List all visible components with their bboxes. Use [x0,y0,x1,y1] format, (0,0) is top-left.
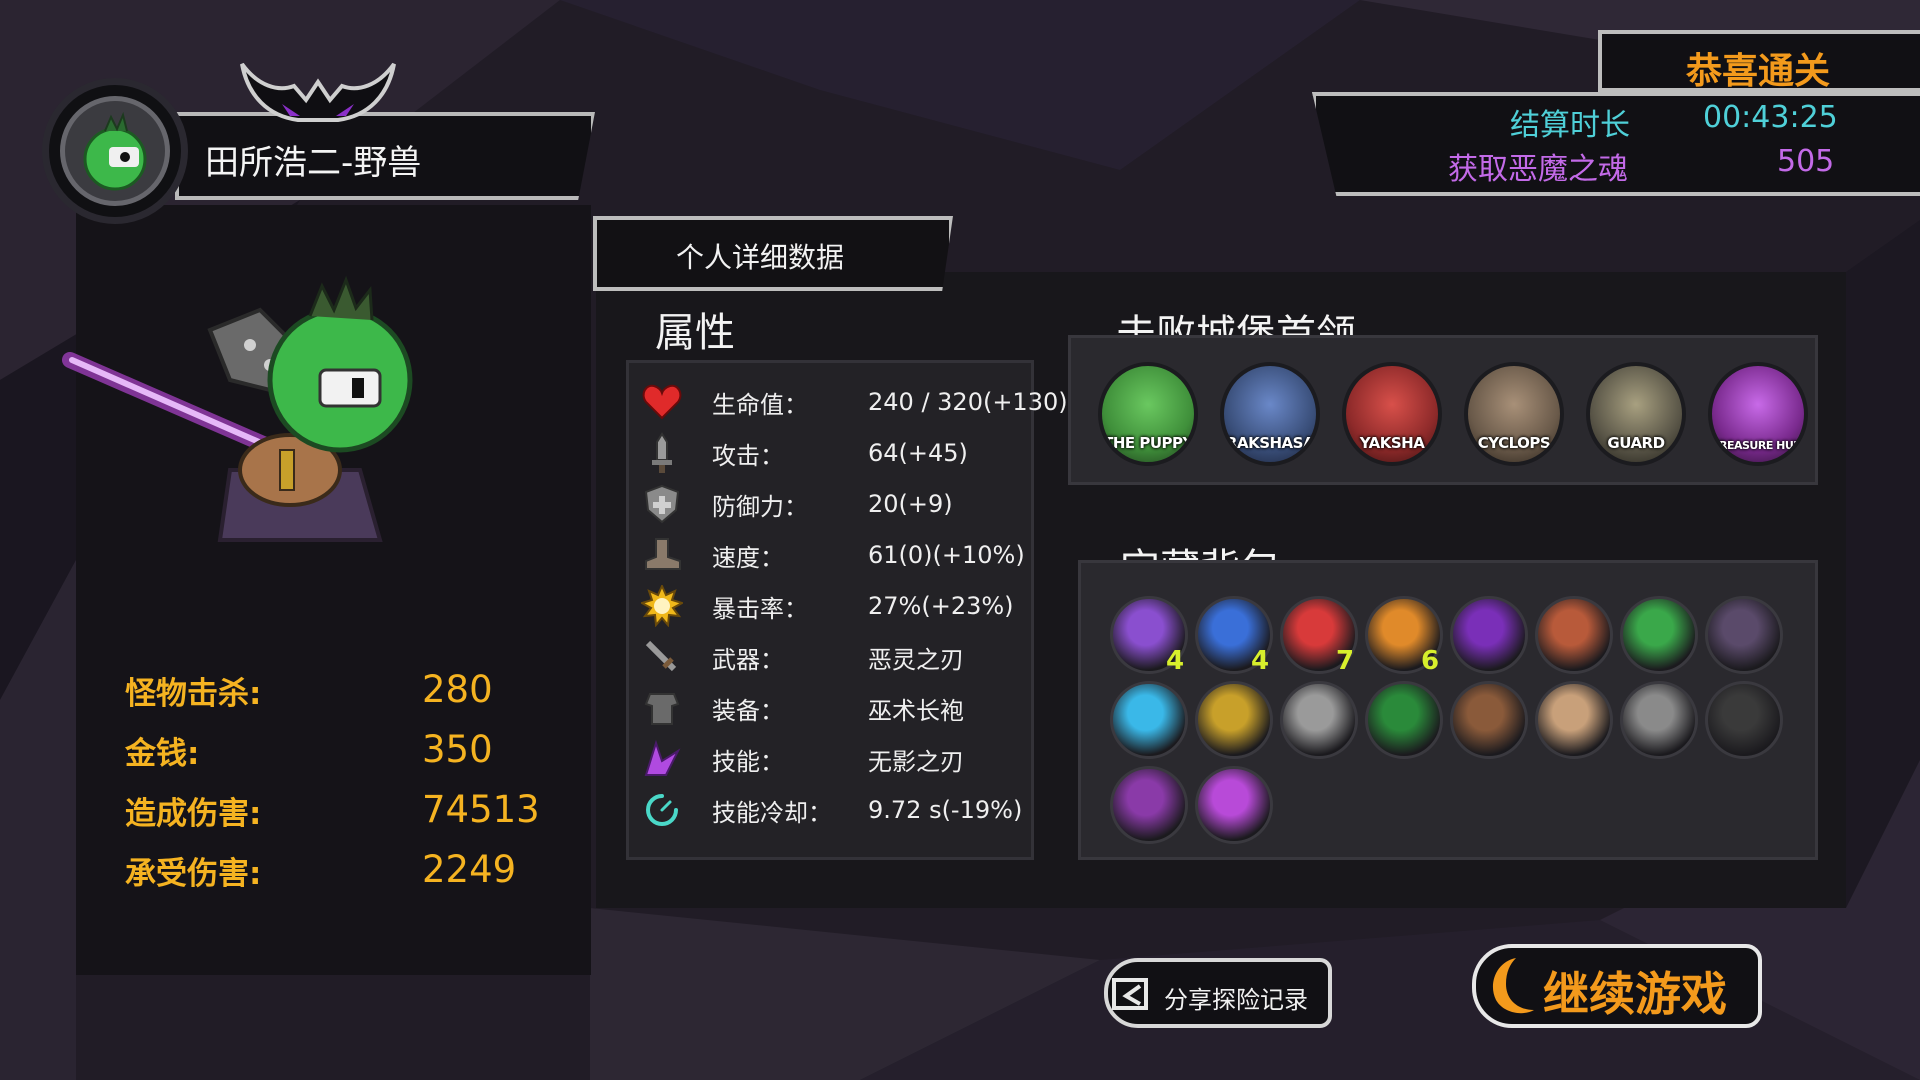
attr-row-defense: 防御力： 20(+9) [640,482,953,526]
attr-row-speed: 速度： 61(0)(+10%) [640,533,1025,577]
boss-the-puppy-icon: THE PUPPY [1098,362,1198,466]
damage-taken-value: 2249 [422,848,517,891]
boss-guard-icon: GUARD [1586,362,1686,466]
item-count: 7 [1336,646,1355,676]
shield-icon [640,482,684,526]
attr-value: 9.72 s(-19%) [868,796,1023,824]
armor-icon [640,686,684,730]
attr-value: 240 / 320(+130) [868,388,1068,416]
boss-name: GUARD [1607,434,1665,452]
purple-ring-icon[interactable] [1110,766,1188,844]
boss-rakshasa-icon: RAKSHASA [1220,362,1320,466]
gold-value: 350 [422,728,493,771]
attr-row-hp: 生命值： 240 / 320(+130) [640,380,1068,424]
horned-helm-icon[interactable] [1450,681,1528,759]
hero-character-image [62,275,413,542]
purple-blade-icon[interactable] [1195,766,1273,844]
sword-icon [640,431,684,475]
attr-row-attack: 攻击： 64(+45) [640,431,968,475]
attr-row-cooldown: 技能冷却： 9.72 s(-19%) [640,788,1022,832]
damage-dealt-value: 74513 [422,788,540,831]
moon-icon [1492,958,1534,1014]
kills-label: 怪物击杀: [125,676,262,712]
green-potion-icon[interactable] [1620,596,1698,674]
souls-value: 505 [1777,144,1835,179]
tab-personal-details-label: 个人详细数据 [676,241,845,274]
attr-label: 装备： [712,696,784,725]
green-hero-avatar-icon [83,111,147,191]
time-value: 00:43:25 [1703,100,1838,135]
heart-icon [640,380,684,424]
snowflake-icon[interactable] [1110,681,1188,759]
dark-ring-icon[interactable] [1705,681,1783,759]
boss-cyclops-icon: CYCLOPS [1464,362,1564,466]
dark-claw-icon[interactable] [1705,596,1783,674]
attr-label: 速度： [712,543,784,572]
attr-row-weapon: 武器： 恶灵之刃 [640,635,964,679]
boss-name: YAKSHA [1359,434,1425,452]
attr-value: 无影之刃 [868,747,964,776]
item-count: 4 [1251,646,1270,676]
scroll-icon[interactable] [1535,681,1613,759]
attr-label: 攻击： [712,441,784,470]
boot-icon [640,533,684,577]
demon-horns-icon [240,62,396,122]
attr-label: 防御力： [712,492,808,521]
attributes-title: 属性 [655,310,735,356]
damage-taken-label: 承受伤害: [125,856,262,892]
weapon-icon [640,635,684,679]
player-name: 田所浩二-野兽 [205,143,422,183]
attr-row-crit: 暴击率： 27%(+23%) [640,584,1014,628]
attr-value: 64(+45) [868,439,968,467]
gold-label: 金钱: [125,736,200,772]
attr-value: 20(+9) [868,490,953,518]
attr-label: 技能： [712,747,784,776]
boss-name: TREASURE HUNTER [1712,439,1804,452]
item-count: 6 [1421,646,1440,676]
continue-game-label: 继续游戏 [1543,967,1727,1021]
sun-icon [640,584,684,628]
gold-ring-icon[interactable] [1195,681,1273,759]
demon-mask-icon[interactable] [1535,596,1613,674]
attr-value: 恶灵之刃 [868,645,964,674]
attr-row-skill: 技能： 无影之刃 [640,737,964,781]
skill-icon [640,737,684,781]
attr-label: 技能冷却： [712,798,832,827]
boss-yaksha-icon: YAKSHA [1342,362,1442,466]
boss-name: RAKSHASA [1225,434,1315,452]
item-count: 4 [1166,646,1185,676]
result-title: 恭喜通关 [1686,51,1831,92]
boss-treasure-hunter-icon: TREASURE HUNTER [1708,362,1808,466]
helmet-icon[interactable] [1280,681,1358,759]
clover-icon[interactable] [1365,681,1443,759]
avatar [60,96,170,206]
attr-label: 暴击率： [712,594,808,623]
time-label: 结算时长 [1510,108,1630,143]
share-record-label: 分享探险记录 [1164,986,1308,1014]
damage-dealt-label: 造成伤害: [125,796,262,832]
attr-value: 61(0)(+10%) [868,541,1025,569]
attr-row-armor: 装备： 巫术长袍 [640,686,964,730]
boss-name: THE PUPPY [1103,434,1193,452]
attr-label: 生命值： [712,390,808,419]
attr-label: 武器： [712,645,784,674]
kills-value: 280 [422,668,493,711]
souls-label: 获取恶魔之魂 [1448,152,1628,187]
gauntlet-icon[interactable] [1620,681,1698,759]
share-icon [1112,978,1148,1010]
attr-value: 27%(+23%) [868,592,1014,620]
purple-dragon-icon[interactable] [1450,596,1528,674]
cooldown-icon [640,788,684,832]
boss-name: CYCLOPS [1477,434,1551,452]
attr-value: 巫术长袍 [868,696,964,725]
